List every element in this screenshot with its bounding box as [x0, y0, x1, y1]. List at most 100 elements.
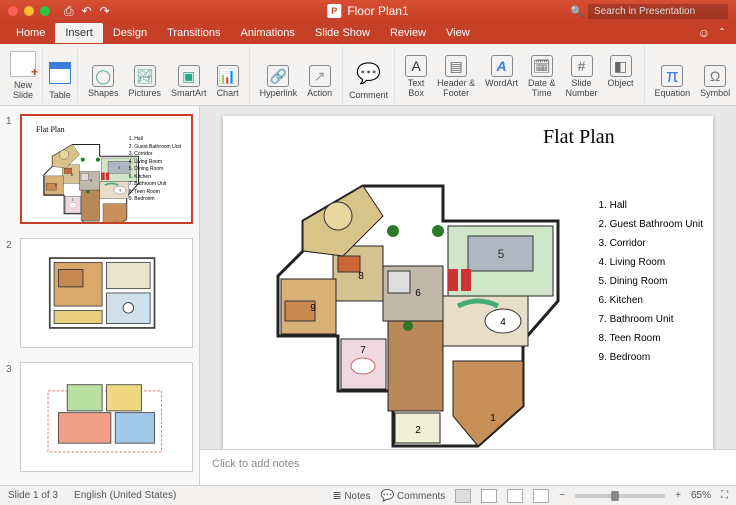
slide-thumbnail-panel[interactable]: 1 Flat Plan 1. Hall2. Guest Bathroom Uni…: [0, 106, 200, 485]
zoom-level[interactable]: 65%: [691, 490, 711, 501]
chart-button[interactable]: 📊Chart: [213, 63, 243, 101]
hyperlink-button[interactable]: 🔗Hyperlink: [256, 63, 302, 101]
collapse-ribbon-icon[interactable]: ˆ: [720, 26, 724, 40]
zoom-slider[interactable]: [575, 494, 665, 498]
comment-button[interactable]: 💬 Comment: [343, 46, 395, 103]
table-label: Table: [49, 91, 71, 101]
tab-view[interactable]: View: [436, 23, 480, 43]
legend-item: 9. Bedroom: [599, 348, 704, 367]
textbox-icon: A: [405, 55, 427, 77]
wordart-button[interactable]: AWordArt: [481, 53, 522, 101]
shapes-icon: ◯: [92, 65, 114, 87]
slideshow-view-button[interactable]: [533, 489, 549, 503]
thumbnail-2[interactable]: 2: [6, 238, 193, 348]
new-slide-label: New Slide: [13, 81, 33, 101]
status-bar: Slide 1 of 3 English (United States) ≣ N…: [0, 485, 736, 505]
tab-review[interactable]: Review: [380, 23, 436, 43]
object-button[interactable]: ◧Object: [604, 53, 638, 101]
reading-view-button[interactable]: [507, 489, 523, 503]
ribbon-tabs: Home Insert Design Transitions Animation…: [0, 22, 736, 44]
chart-icon: 📊: [217, 65, 239, 87]
equation-icon: π: [661, 65, 683, 87]
headerfooter-icon: ▤: [445, 55, 467, 77]
undo-icon[interactable]: ↶: [82, 4, 92, 19]
thumbnail-number: 1: [6, 114, 16, 224]
save-icon[interactable]: ⎙: [64, 4, 74, 19]
window-maximize-button[interactable]: [40, 6, 50, 16]
thumb-legend: 1. Hall2. Guest Bathroom Unit3. Corridor…: [129, 136, 181, 204]
app-icon: P: [327, 4, 341, 18]
datetime-icon: 🗓: [531, 55, 553, 77]
shapes-button[interactable]: ◯Shapes: [84, 63, 123, 101]
comments-toggle[interactable]: 💬 Comments: [380, 489, 445, 502]
symbol-button[interactable]: ΩSymbol: [696, 63, 734, 101]
window-close-button[interactable]: [8, 6, 18, 16]
thumbnail-1[interactable]: 1 Flat Plan 1. Hall2. Guest Bathroom Uni…: [6, 114, 193, 224]
slide-title: Flat Plan: [543, 126, 615, 149]
titlebar: ⎙ ↶ ↷ P Floor Plan1 🔍: [0, 0, 736, 22]
thumbnail-3[interactable]: 3: [6, 362, 193, 472]
slidenumber-button[interactable]: #Slide Number: [562, 53, 602, 101]
thumbnail-number: 3: [6, 362, 16, 472]
legend-item: 1. Hall: [599, 196, 704, 215]
legend-item: 2. Guest Bathroom Unit: [599, 215, 704, 234]
pictures-icon: 🏞: [134, 65, 156, 87]
tab-animations[interactable]: Animations: [231, 23, 305, 43]
tab-slideshow[interactable]: Slide Show: [305, 23, 380, 43]
table-icon: [49, 62, 71, 84]
thumbnail-number: 2: [6, 238, 16, 348]
ribbon: New Slide Table ◯Shapes 🏞Pictures ▣Smart…: [0, 44, 736, 106]
main-area: 1 Flat Plan 1. Hall2. Guest Bathroom Uni…: [0, 106, 736, 485]
search-input[interactable]: [588, 4, 728, 19]
tab-design[interactable]: Design: [103, 23, 157, 43]
language-indicator[interactable]: English (United States): [74, 490, 176, 501]
new-slide-button[interactable]: New Slide: [4, 46, 43, 103]
zoom-thumb[interactable]: [611, 491, 619, 501]
comments-icon: 💬: [380, 490, 394, 502]
slide-info: Slide 1 of 3: [8, 490, 58, 501]
legend-item: 8. Teen Room: [599, 329, 704, 348]
comment-icon: 💬: [356, 57, 381, 89]
search-icon: 🔍: [570, 5, 584, 18]
slide-stage[interactable]: Flat Plan 5: [200, 106, 736, 449]
document-title: Floor Plan1: [347, 4, 408, 18]
symbol-icon: Ω: [704, 65, 726, 87]
notes-toggle[interactable]: ≣ Notes: [332, 489, 370, 502]
notes-pane[interactable]: Click to add notes: [200, 449, 736, 485]
tab-transitions[interactable]: Transitions: [157, 23, 230, 43]
object-icon: ◧: [610, 55, 632, 77]
fit-to-window-button[interactable]: ⛶: [721, 490, 728, 501]
thumb-title: Flat Plan: [36, 125, 65, 134]
window-title: P Floor Plan1: [327, 4, 408, 18]
redo-icon[interactable]: ↷: [100, 4, 110, 19]
tab-home[interactable]: Home: [6, 23, 55, 43]
table-button[interactable]: Table: [43, 46, 78, 103]
headerfooter-button[interactable]: ▤Header & Footer: [433, 53, 479, 101]
window-minimize-button[interactable]: [24, 6, 34, 16]
new-slide-icon: [10, 51, 36, 77]
slidenumber-icon: #: [571, 55, 593, 77]
zoom-out-button[interactable]: −: [559, 490, 565, 501]
slide[interactable]: Flat Plan 5: [223, 116, 713, 449]
normal-view-button[interactable]: [455, 489, 471, 503]
floorplan-image: 5 4 6: [243, 161, 583, 449]
notes-icon: ≣: [332, 490, 341, 502]
pictures-button[interactable]: 🏞Pictures: [125, 63, 166, 101]
textbox-button[interactable]: AText Box: [401, 53, 431, 101]
legend-item: 5. Dining Room: [599, 272, 704, 291]
smiley-icon[interactable]: ☺: [698, 26, 710, 40]
hyperlink-icon: 🔗: [267, 65, 289, 87]
floorplan-legend: 1. Hall 2. Guest Bathroom Unit 3. Corrid…: [599, 196, 704, 367]
zoom-in-button[interactable]: +: [675, 490, 681, 501]
search-area: 🔍: [570, 4, 728, 19]
legend-item: 4. Living Room: [599, 253, 704, 272]
action-button[interactable]: ↗Action: [303, 63, 336, 101]
equation-button[interactable]: πEquation: [651, 63, 695, 101]
legend-item: 3. Corridor: [599, 234, 704, 253]
tab-insert[interactable]: Insert: [55, 23, 103, 43]
datetime-button[interactable]: 🗓Date & Time: [524, 53, 560, 101]
quick-access-toolbar: ⎙ ↶ ↷: [64, 4, 110, 19]
sorter-view-button[interactable]: [481, 489, 497, 503]
action-icon: ↗: [309, 65, 331, 87]
smartart-button[interactable]: ▣SmartArt: [167, 63, 211, 101]
